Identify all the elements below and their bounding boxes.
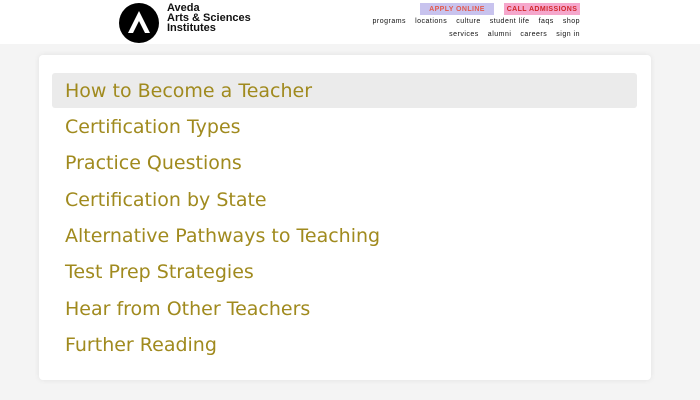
menu-item-further-reading[interactable]: Further Reading	[52, 327, 637, 362]
apply-online-button[interactable]: APPLY ONLINE	[420, 3, 494, 15]
top-nav-row-1: programs locations culture student life …	[372, 18, 580, 25]
menu-item-alternative-pathways[interactable]: Alternative Pathways to Teaching	[52, 218, 637, 253]
nav-link-shop[interactable]: shop	[563, 18, 580, 25]
menu-item-certification-types[interactable]: Certification Types	[52, 109, 637, 144]
nav-link-services[interactable]: services	[449, 31, 479, 38]
nav-link-student-life[interactable]: student life	[490, 18, 530, 25]
brand-line-3: Institutes	[167, 22, 216, 34]
nav-link-programs[interactable]: programs	[372, 18, 406, 25]
menu-item-practice-questions[interactable]: Practice Questions	[52, 145, 637, 180]
top-nav-row-2: services alumni careers sign in	[449, 31, 580, 38]
menu-item-hear-from-other-teachers[interactable]: Hear from Other Teachers	[52, 291, 637, 326]
aveda-logo-icon[interactable]	[119, 3, 159, 43]
nav-link-culture[interactable]: culture	[456, 18, 481, 25]
nav-link-faqs[interactable]: faqs	[539, 18, 554, 25]
nav-link-careers[interactable]: careers	[520, 31, 547, 38]
nav-link-sign-in[interactable]: sign in	[556, 31, 580, 38]
topic-menu-card: How to Become a Teacher Certification Ty…	[39, 55, 651, 380]
call-admissions-button[interactable]: CALL ADMISSIONS	[504, 3, 580, 15]
nav-link-alumni[interactable]: alumni	[488, 31, 512, 38]
brand-name[interactable]: Aveda Arts & Sciences Institutes	[167, 3, 251, 34]
menu-item-certification-by-state[interactable]: Certification by State	[52, 182, 637, 217]
menu-item-how-to-become-a-teacher[interactable]: How to Become a Teacher	[52, 73, 637, 108]
nav-link-locations[interactable]: locations	[415, 18, 447, 25]
site-header: Aveda Arts & Sciences Institutes APPLY O…	[0, 0, 700, 44]
menu-item-test-prep-strategies[interactable]: Test Prep Strategies	[52, 254, 637, 289]
